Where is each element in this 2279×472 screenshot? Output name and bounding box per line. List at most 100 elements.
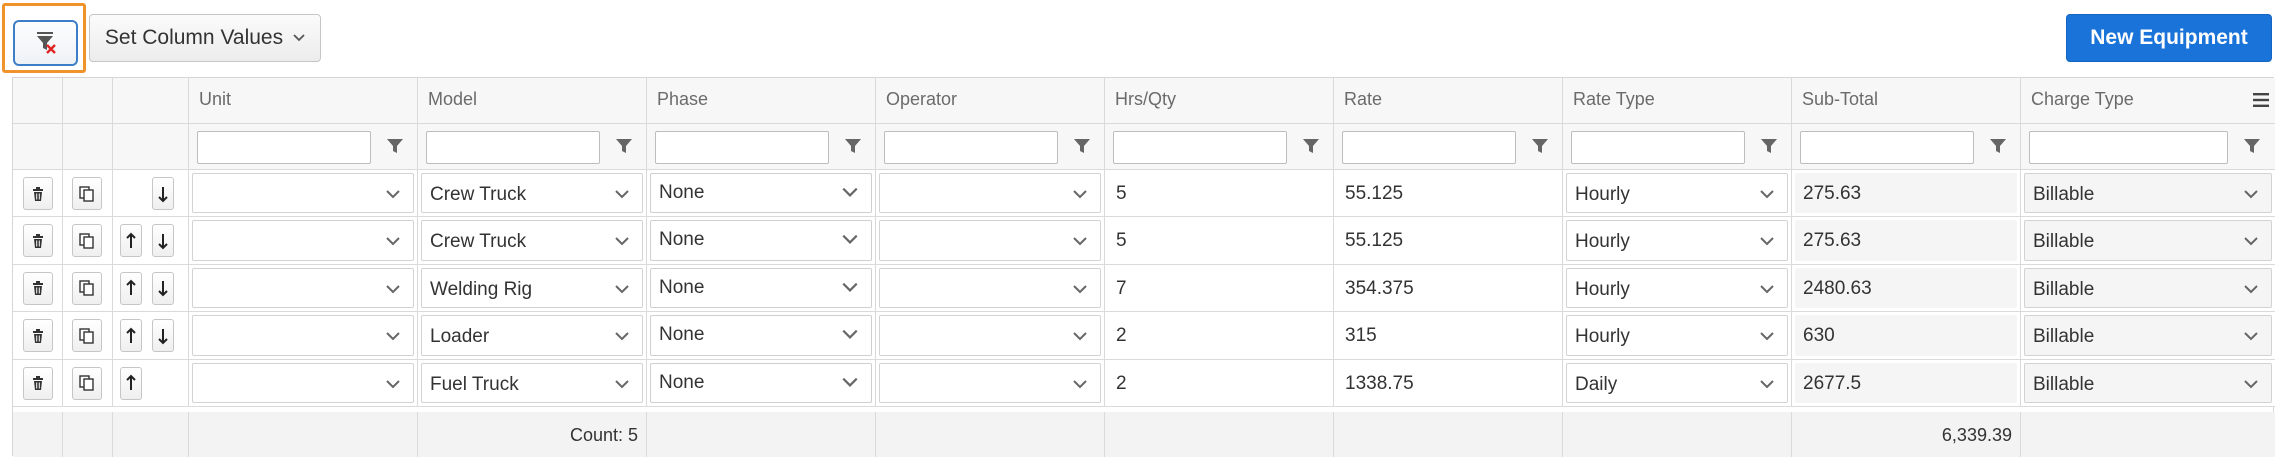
rate-type-combobox[interactable]: Hourly	[1566, 315, 1788, 356]
phase-select[interactable]: None	[650, 220, 872, 261]
model-combobox[interactable]: Welding Rig	[421, 267, 643, 309]
filter-icon[interactable]	[615, 137, 633, 155]
copy-row-button[interactable]	[72, 319, 102, 353]
chevron-down-icon[interactable]	[2243, 378, 2259, 390]
delete-row-button[interactable]	[23, 224, 53, 258]
charge-type-combobox[interactable]: Billable	[2024, 362, 2272, 403]
chevron-down-icon[interactable]	[2243, 330, 2259, 342]
chevron-down-icon[interactable]	[1072, 283, 1088, 295]
model-combobox[interactable]: Crew Truck	[421, 220, 643, 261]
copy-row-button[interactable]	[72, 271, 102, 305]
filter-input-phase[interactable]	[655, 131, 829, 164]
copy-row-button[interactable]	[72, 366, 102, 400]
column-header-unit[interactable]: Unit	[189, 78, 418, 123]
model-combobox[interactable]: Fuel Truck	[421, 362, 643, 403]
operator-combobox[interactable]	[879, 315, 1101, 356]
chevron-down-icon[interactable]	[2243, 283, 2259, 295]
set-column-values-button[interactable]: Set Column Values	[89, 14, 321, 62]
unit-combobox[interactable]	[192, 267, 414, 309]
filter-icon[interactable]	[1989, 137, 2007, 155]
chevron-down-icon[interactable]	[1072, 235, 1088, 247]
column-header-sub-total[interactable]: Sub-Total	[1792, 78, 2021, 123]
new-equipment-button[interactable]: New Equipment	[2066, 14, 2272, 62]
chevron-down-icon[interactable]	[1759, 283, 1775, 295]
chevron-down-icon[interactable]	[1072, 378, 1088, 390]
chevron-down-icon[interactable]	[385, 378, 401, 390]
column-header-rate-type[interactable]: Rate Type	[1563, 78, 1792, 123]
chevron-down-icon[interactable]	[1759, 235, 1775, 247]
unit-combobox[interactable]	[192, 173, 414, 214]
column-header-rate[interactable]: Rate	[1334, 78, 1563, 123]
phase-select[interactable]: None	[650, 173, 872, 214]
rate-field[interactable]: 55.125	[1337, 173, 1559, 214]
unit-combobox[interactable]	[192, 220, 414, 261]
filter-input-sub-total[interactable]	[1800, 131, 1974, 164]
rate-field[interactable]: 354.375	[1337, 267, 1559, 309]
operator-combobox[interactable]	[879, 267, 1101, 309]
filter-input-operator[interactable]	[884, 131, 1058, 164]
move-up-button[interactable]	[120, 224, 142, 258]
rate-type-combobox[interactable]: Hourly	[1566, 173, 1788, 214]
copy-row-button[interactable]	[72, 177, 102, 210]
filter-icon[interactable]	[844, 137, 862, 155]
phase-select[interactable]: None	[650, 362, 872, 403]
chevron-down-icon[interactable]	[614, 378, 630, 390]
charge-type-combobox[interactable]: Billable	[2024, 220, 2272, 261]
chevron-down-icon[interactable]	[385, 283, 401, 295]
filter-icon[interactable]	[1760, 137, 1778, 155]
filter-icon[interactable]	[386, 137, 404, 155]
operator-combobox[interactable]	[879, 362, 1101, 403]
model-combobox[interactable]: Loader	[421, 315, 643, 356]
model-combobox[interactable]: Crew Truck	[421, 173, 643, 214]
chevron-down-icon[interactable]	[1759, 188, 1775, 200]
column-header-model[interactable]: Model	[418, 78, 647, 123]
charge-type-combobox[interactable]: Billable	[2024, 173, 2272, 214]
chevron-down-icon[interactable]	[385, 235, 401, 247]
move-up-button[interactable]	[120, 319, 142, 353]
phase-select[interactable]: None	[650, 315, 872, 356]
delete-row-button[interactable]	[23, 177, 53, 210]
chevron-down-icon[interactable]	[2243, 235, 2259, 247]
chevron-down-icon[interactable]	[2243, 188, 2259, 200]
rate-field[interactable]: 315	[1337, 315, 1559, 356]
hrs-qty-field[interactable]: 7	[1108, 267, 1330, 309]
delete-row-button[interactable]	[23, 271, 53, 305]
delete-row-button[interactable]	[23, 366, 53, 400]
filter-icon[interactable]	[1302, 137, 1320, 155]
rate-type-combobox[interactable]: Hourly	[1566, 267, 1788, 309]
filter-icon[interactable]	[1531, 137, 1549, 155]
rate-field[interactable]: 1338.75	[1337, 362, 1559, 403]
move-up-button[interactable]	[120, 271, 142, 305]
unit-combobox[interactable]	[192, 315, 414, 356]
charge-type-combobox[interactable]: Billable	[2024, 267, 2272, 309]
column-header-phase[interactable]: Phase	[647, 78, 876, 123]
move-down-button[interactable]	[152, 271, 174, 305]
charge-type-combobox[interactable]: Billable	[2024, 315, 2272, 356]
hrs-qty-field[interactable]: 5	[1108, 173, 1330, 214]
filter-icon[interactable]	[1073, 137, 1091, 155]
chevron-down-icon[interactable]	[1072, 188, 1088, 200]
chevron-down-icon[interactable]	[614, 235, 630, 247]
filter-input-charge-type[interactable]	[2029, 131, 2228, 164]
chevron-down-icon[interactable]	[1759, 330, 1775, 342]
move-down-button[interactable]	[152, 224, 174, 258]
filter-input-unit[interactable]	[197, 131, 371, 164]
clear-filter-button[interactable]	[13, 20, 78, 66]
hrs-qty-field[interactable]: 5	[1108, 220, 1330, 261]
copy-row-button[interactable]	[72, 224, 102, 258]
rate-type-combobox[interactable]: Hourly	[1566, 220, 1788, 261]
move-down-button[interactable]	[152, 177, 174, 210]
delete-row-button[interactable]	[23, 319, 53, 353]
move-up-button[interactable]	[120, 366, 142, 400]
phase-select[interactable]: None	[650, 267, 872, 309]
rate-type-combobox[interactable]: Daily	[1566, 362, 1788, 403]
hrs-qty-field[interactable]: 2	[1108, 362, 1330, 403]
chevron-down-icon[interactable]	[385, 188, 401, 200]
rate-field[interactable]: 55.125	[1337, 220, 1559, 261]
filter-input-hrs-qty[interactable]	[1113, 131, 1287, 164]
operator-combobox[interactable]	[879, 220, 1101, 261]
chevron-down-icon[interactable]	[614, 330, 630, 342]
filter-input-rate[interactable]	[1342, 131, 1516, 164]
hrs-qty-field[interactable]: 2	[1108, 315, 1330, 356]
column-header-hrs-qty[interactable]: Hrs/Qty	[1105, 78, 1334, 123]
